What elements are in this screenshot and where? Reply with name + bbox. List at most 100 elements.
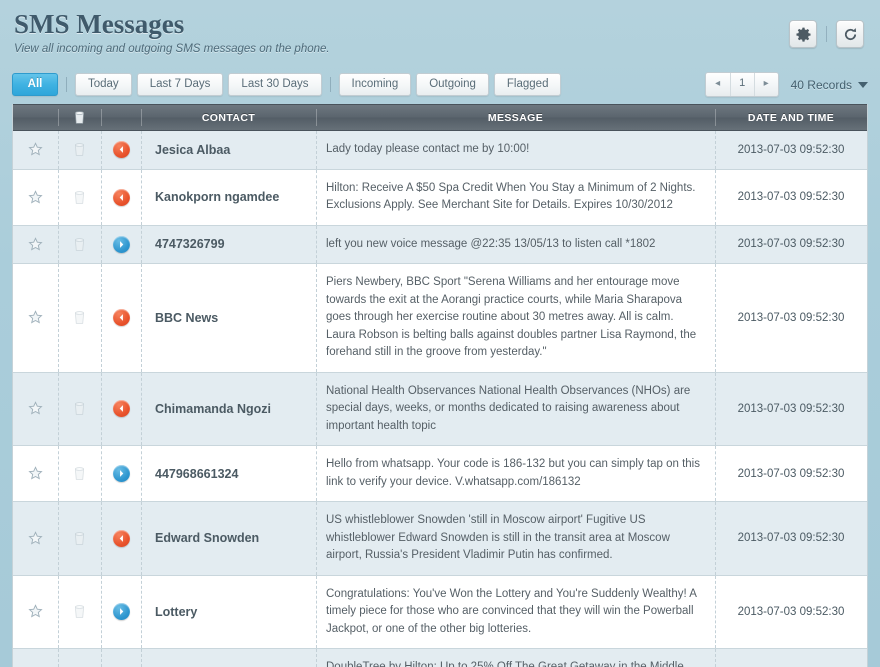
direction-indicator[interactable]: [101, 170, 141, 225]
trash-icon: [73, 237, 86, 252]
filter-separator: [330, 77, 331, 92]
table-header-row: CONTACT MESSAGE DATE AND TIME: [13, 104, 867, 131]
prev-page-button[interactable]: ◂: [706, 73, 730, 96]
table-row[interactable]: Duble Treee By Hilton Coupon CodesDouble…: [13, 649, 867, 667]
direction-indicator[interactable]: [101, 502, 141, 575]
refresh-button[interactable]: [836, 20, 864, 48]
column-header-star: [13, 104, 58, 131]
table-row[interactable]: BBC NewsPiers Newbery, BBC Sport "Serena…: [13, 264, 867, 373]
message-datetime: 2013-07-03 09:52:30: [715, 131, 867, 169]
delete-row-button[interactable]: [58, 264, 101, 372]
filter-button-all[interactable]: All: [12, 73, 58, 96]
flag-star-button[interactable]: [13, 502, 58, 575]
delete-row-button[interactable]: [58, 649, 101, 667]
message-datetime: 2013-07-03 09:52:30: [715, 502, 867, 575]
contact-name: Jesica Albaa: [141, 131, 316, 169]
page-title: SMS Messages: [14, 8, 866, 40]
filter-button-today[interactable]: Today: [75, 73, 132, 96]
direction-indicator[interactable]: [101, 373, 141, 446]
table-row[interactable]: Jesica AlbaaLady today please contact me…: [13, 131, 867, 170]
direction-indicator[interactable]: [101, 446, 141, 501]
contact-name: Kanokporn ngamdee: [141, 170, 316, 225]
contact-name: Chimamanda Ngozi: [141, 373, 316, 446]
filter-buttons: All TodayLast 7 DaysLast 30 Days IncomingO…: [12, 73, 566, 96]
delete-row-button[interactable]: [58, 373, 101, 446]
outgoing-arrow-icon: [113, 236, 130, 253]
outgoing-arrow-icon: [113, 465, 130, 482]
trash-icon: [73, 110, 86, 125]
star-icon: [28, 237, 43, 252]
flag-star-button[interactable]: [13, 649, 58, 667]
records-dropdown[interactable]: 40 Records: [791, 78, 868, 92]
message-text: US whistleblower Snowden 'still in Mosco…: [316, 502, 715, 575]
filter-button-flagged[interactable]: Flagged: [494, 73, 562, 96]
flag-star-button[interactable]: [13, 576, 58, 649]
star-icon: [28, 310, 43, 325]
filter-button-last-7-days[interactable]: Last 7 Days: [137, 73, 224, 96]
message-text: Congratulations: You've Won the Lottery …: [316, 576, 715, 649]
delete-row-button[interactable]: [58, 226, 101, 264]
contact-name: Duble Treee By Hilton Coupon Codes: [141, 649, 316, 667]
message-text: Lady today please contact me by 10:00!: [316, 131, 715, 169]
contact-name: Edward Snowden: [141, 502, 316, 575]
message-text: Hilton: Receive A $50 Spa Credit When Yo…: [316, 170, 715, 225]
star-icon: [28, 401, 43, 416]
direction-indicator[interactable]: [101, 576, 141, 649]
table-row[interactable]: Chimamanda NgoziNational Health Observan…: [13, 373, 867, 447]
trash-icon: [73, 142, 86, 157]
trash-icon: [73, 604, 86, 619]
filter-button-last-30-days[interactable]: Last 30 Days: [228, 73, 321, 96]
message-text: DoubleTree by Hilton: Up to 25% Off The …: [316, 649, 715, 667]
table-row[interactable]: Kanokporn ngamdeeHilton: Receive A $50 S…: [13, 170, 867, 226]
delete-row-button[interactable]: [58, 576, 101, 649]
message-datetime: 2013-07-03 09:52:30: [715, 576, 867, 649]
column-header-date[interactable]: DATE AND TIME: [715, 104, 867, 131]
contact-name: Lottery: [141, 576, 316, 649]
current-page-input[interactable]: 1: [730, 73, 754, 96]
records-label: 40 Records: [791, 78, 852, 92]
direction-indicator[interactable]: [101, 226, 141, 264]
table-row[interactable]: LotteryCongratulations: You've Won the L…: [13, 576, 867, 650]
table-row[interactable]: 4747326799left you new voice message @22…: [13, 226, 867, 265]
delete-row-button[interactable]: [58, 446, 101, 501]
delete-row-button[interactable]: [58, 170, 101, 225]
filter-button-incoming[interactable]: Incoming: [339, 73, 412, 96]
header-divider: [826, 26, 827, 42]
chevron-down-icon: [858, 82, 868, 88]
flag-star-button[interactable]: [13, 226, 58, 264]
message-datetime: 2013-07-03 09:52:30: [715, 373, 867, 446]
message-text: National Health Observances National Hea…: [316, 373, 715, 446]
direction-indicator[interactable]: [101, 264, 141, 372]
filter-bar: All TodayLast 7 DaysLast 30 Days IncomingO…: [0, 68, 880, 100]
header-actions: [789, 20, 864, 48]
direction-indicator[interactable]: [101, 131, 141, 169]
column-header-delete[interactable]: [58, 104, 101, 131]
delete-row-button[interactable]: [58, 131, 101, 169]
filter-button-outgoing[interactable]: Outgoing: [416, 73, 489, 96]
flag-star-button[interactable]: [13, 170, 58, 225]
message-text: Piers Newbery, BBC Sport "Serena William…: [316, 264, 715, 372]
column-header-contact[interactable]: CONTACT: [141, 104, 316, 131]
flag-star-button[interactable]: [13, 264, 58, 372]
direction-indicator[interactable]: [101, 649, 141, 667]
flag-star-button[interactable]: [13, 373, 58, 446]
contact-name: 447968661324: [141, 446, 316, 501]
next-page-button[interactable]: ▸: [754, 73, 778, 96]
page-subtitle: View all incoming and outgoing SMS messa…: [14, 43, 866, 55]
table-row[interactable]: 447968661324Hello from whatsapp. Your co…: [13, 446, 867, 502]
column-header-message[interactable]: MESSAGE: [316, 104, 715, 131]
table-row[interactable]: Edward SnowdenUS whistleblower Snowden '…: [13, 502, 867, 576]
page-header: SMS Messages View all incoming and outgo…: [0, 0, 880, 68]
star-icon: [28, 466, 43, 481]
message-text: Hello from whatsapp. Your code is 186-13…: [316, 446, 715, 501]
incoming-arrow-icon: [113, 309, 130, 326]
pagination-controls: ◂ 1 ▸: [705, 72, 779, 97]
flag-star-button[interactable]: [13, 131, 58, 169]
outgoing-arrow-icon: [113, 603, 130, 620]
delete-row-button[interactable]: [58, 502, 101, 575]
settings-button[interactable]: [789, 20, 817, 48]
trash-icon: [73, 531, 86, 546]
star-icon: [28, 604, 43, 619]
flag-star-button[interactable]: [13, 446, 58, 501]
message-datetime: 2013-07-03 09:52:30: [715, 170, 867, 225]
